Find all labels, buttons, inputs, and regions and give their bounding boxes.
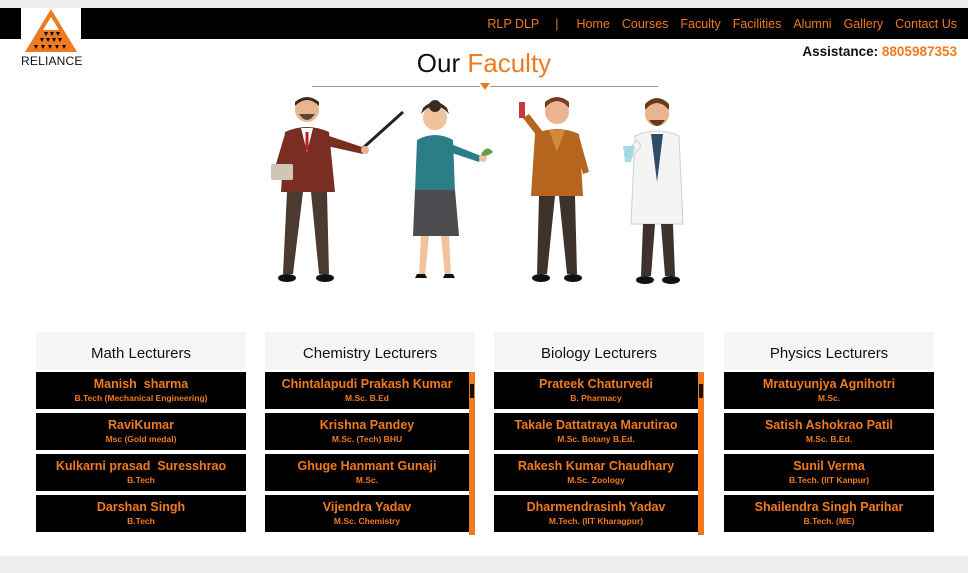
faculty-qualification: B. Pharmacy bbox=[570, 393, 622, 403]
nav-link-home[interactable]: Home bbox=[577, 17, 610, 31]
column-title-chemistry: Chemistry Lecturers bbox=[265, 332, 475, 370]
title-divider-left bbox=[312, 86, 480, 87]
faculty-name: Sunil Verma bbox=[793, 459, 865, 473]
nav-link-faculty[interactable]: Faculty bbox=[680, 17, 720, 31]
faculty-card[interactable]: Shailendra Singh Parihar B.Tech. (ME) bbox=[724, 495, 934, 532]
faculty-card[interactable]: Rakesh Kumar Chaudhary M.Sc. Zoology bbox=[494, 454, 698, 491]
faculty-qualification: M.Sc. B.Ed. bbox=[805, 434, 853, 444]
faculty-name: Mratuyunjya Agnihotri bbox=[762, 377, 896, 391]
faculty-qualification: B.Tech. (IIT Kanpur) bbox=[788, 475, 870, 485]
faculty-card[interactable]: Manish sharma B.Tech (Mechanical Enginee… bbox=[36, 372, 246, 409]
faculty-card[interactable]: Dharmendrasinh Yadav M.Tech. (IIT Kharag… bbox=[494, 495, 698, 532]
title-divider-arrow-icon bbox=[480, 83, 490, 90]
faculty-qualification: B.Tech. (ME) bbox=[803, 516, 855, 526]
faculty-qualification: B.Tech (Mechanical Engineering) bbox=[74, 393, 208, 403]
teacher-test-tube-figure bbox=[519, 97, 589, 282]
chemistry-faculty-list: Chintalapudi Prakash Kumar M.Sc. B.Ed Kr… bbox=[265, 372, 475, 535]
faculty-name: Rakesh Kumar Chaudhary bbox=[517, 459, 675, 473]
faculty-name: Vijendra Yadav bbox=[322, 500, 412, 514]
faculty-card[interactable]: Mratuyunjya Agnihotri M.Sc. bbox=[724, 372, 934, 409]
faculty-card[interactable]: Kulkarni prasad Suresshrao B.Tech bbox=[36, 454, 246, 491]
faculty-card[interactable]: Krishna Pandey M.Sc. (Tech) BHU bbox=[265, 413, 469, 450]
faculty-card[interactable]: Satish Ashokrao Patil M.Sc. B.Ed. bbox=[724, 413, 934, 450]
physics-lecturers-column: Physics Lecturers Mratuyunjya Agnihotri … bbox=[724, 332, 934, 532]
scrollbar-thumb[interactable] bbox=[470, 384, 474, 398]
teacher-pointer-figure bbox=[271, 97, 405, 282]
faculty-qualification: M.Sc. Botany B.Ed. bbox=[557, 434, 635, 444]
chemistry-lecturers-column: Chemistry Lecturers Chintalapudi Prakash… bbox=[265, 332, 475, 535]
title-divider-right bbox=[490, 86, 658, 87]
nav-links: RLP DLP | Home Courses Faculty Facilitie… bbox=[487, 8, 957, 39]
navbar: RLP DLP | Home Courses Faculty Facilitie… bbox=[0, 8, 968, 39]
biology-faculty-list: Prateek Chaturvedi B. Pharmacy Takale Da… bbox=[494, 372, 704, 535]
faculty-name: Satish Ashokrao Patil bbox=[764, 418, 894, 432]
page-title: Our Faculty bbox=[0, 48, 968, 79]
faculty-name: Krishna Pandey bbox=[319, 418, 415, 432]
faculty-name: Ghuge Hanmant Gunaji bbox=[297, 459, 437, 473]
faculty-illustration bbox=[271, 97, 684, 284]
faculty-card[interactable]: Darshan Singh B.Tech bbox=[36, 495, 246, 532]
faculty-card[interactable]: RaviKumar Msc (Gold medal) bbox=[36, 413, 246, 450]
faculty-card[interactable]: Chintalapudi Prakash Kumar M.Sc. B.Ed bbox=[265, 372, 469, 409]
faculty-qualification: M.Sc. (Tech) BHU bbox=[331, 434, 403, 444]
nav-link-rlp-dlp[interactable]: RLP DLP bbox=[487, 17, 539, 31]
top-strip bbox=[0, 0, 968, 8]
faculty-qualification: M.Sc. bbox=[355, 475, 379, 485]
faculty-qualification: M.Sc. bbox=[817, 393, 841, 403]
biology-lecturers-column: Biology Lecturers Prateek Chaturvedi B. … bbox=[494, 332, 704, 535]
faculty-qualification: M.Tech. (IIT Kharagpur) bbox=[548, 516, 644, 526]
faculty-card[interactable]: Ghuge Hanmant Gunaji M.Sc. bbox=[265, 454, 469, 491]
teacher-lab-coat-figure bbox=[623, 98, 684, 284]
scrollbar-thumb[interactable] bbox=[699, 384, 703, 398]
faculty-name: Kulkarni prasad Suresshrao bbox=[55, 459, 227, 473]
column-title-biology: Biology Lecturers bbox=[494, 332, 704, 370]
faculty-name: Shailendra Singh Parihar bbox=[754, 500, 904, 514]
column-title-physics: Physics Lecturers bbox=[724, 332, 934, 370]
biology-scrollbar[interactable] bbox=[698, 372, 704, 535]
chemistry-scrollbar[interactable] bbox=[469, 372, 475, 535]
nav-separator: | bbox=[555, 16, 559, 31]
teacher-plant-figure bbox=[413, 100, 493, 278]
faculty-qualification: Msc (Gold medal) bbox=[105, 434, 177, 444]
faculty-name: Chintalapudi Prakash Kumar bbox=[281, 377, 453, 391]
faculty-name: Manish sharma bbox=[93, 377, 189, 391]
faculty-qualification: M.Sc. Chemistry bbox=[333, 516, 401, 526]
faculty-name: Takale Dattatraya Marutirao bbox=[514, 418, 678, 432]
faculty-card[interactable]: Sunil Verma B.Tech. (IIT Kanpur) bbox=[724, 454, 934, 491]
column-title-math: Math Lecturers bbox=[36, 332, 246, 370]
physics-faculty-list: Mratuyunjya Agnihotri M.Sc. Satish Ashok… bbox=[724, 372, 934, 532]
faculty-name: RaviKumar bbox=[108, 418, 174, 432]
math-lecturers-column: Math Lecturers Manish sharma B.Tech (Mec… bbox=[36, 332, 246, 532]
faculty-name: Dharmendrasinh Yadav bbox=[526, 500, 666, 514]
faculty-name: Darshan Singh bbox=[96, 500, 186, 514]
title-accent: Faculty bbox=[467, 48, 552, 78]
faculty-card[interactable]: Takale Dattatraya Marutirao M.Sc. Botany… bbox=[494, 413, 698, 450]
faculty-card[interactable]: Vijendra Yadav M.Sc. Chemistry bbox=[265, 495, 469, 532]
nav-link-contact-us[interactable]: Contact Us bbox=[895, 17, 957, 31]
faculty-card[interactable]: Prateek Chaturvedi B. Pharmacy bbox=[494, 372, 698, 409]
nav-link-facilities[interactable]: Facilities bbox=[733, 17, 782, 31]
math-faculty-list: Manish sharma B.Tech (Mechanical Enginee… bbox=[36, 372, 246, 532]
nav-link-alumni[interactable]: Alumni bbox=[793, 17, 831, 31]
faculty-qualification: B.Tech bbox=[127, 475, 155, 485]
nav-link-courses[interactable]: Courses bbox=[622, 17, 669, 31]
faculty-qualification: M.Sc. B.Ed bbox=[345, 393, 389, 403]
footer-strip bbox=[0, 556, 968, 573]
title-prefix: Our bbox=[416, 48, 461, 78]
faculty-qualification: M.Sc. Zoology bbox=[567, 475, 625, 485]
faculty-qualification: B.Tech bbox=[127, 516, 155, 526]
nav-link-gallery[interactable]: Gallery bbox=[844, 17, 884, 31]
faculty-name: Prateek Chaturvedi bbox=[539, 377, 653, 391]
